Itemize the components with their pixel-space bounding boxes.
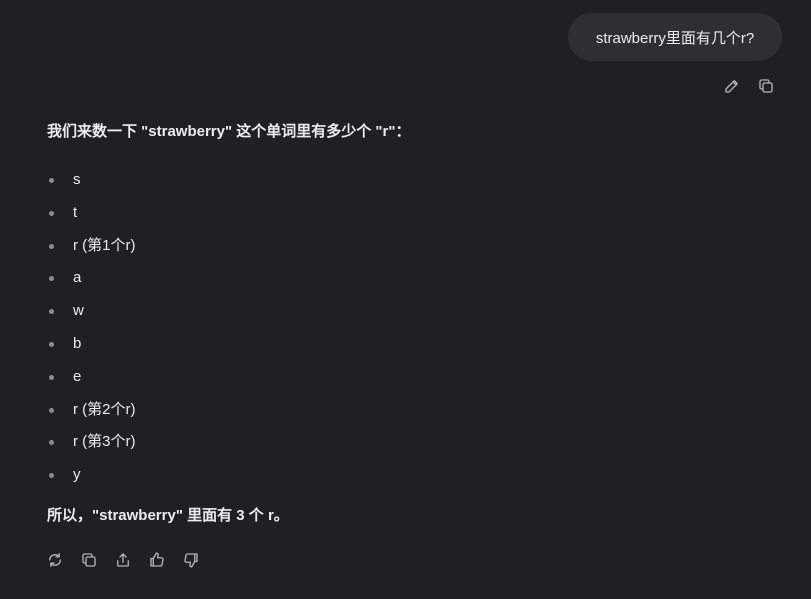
conclusion-prefix: 所以，"strawberry" 里面有 (47, 506, 237, 524)
regenerate-icon[interactable] (45, 550, 65, 570)
list-item: r (第2个r) (47, 398, 767, 431)
list-item: r (第1个r) (47, 234, 767, 267)
reply-actions (45, 550, 201, 570)
assistant-conclusion: 所以，"strawberry" 里面有 3 个 r。 (47, 504, 767, 528)
thumbs-down-icon[interactable] (181, 550, 201, 570)
list-item: b (47, 332, 767, 365)
conclusion-suffix: r。 (263, 506, 289, 524)
bullet (49, 243, 54, 249)
copy-icon[interactable] (756, 76, 776, 96)
bullet (49, 473, 54, 479)
thumbs-up-icon[interactable] (147, 550, 167, 570)
copy-icon[interactable] (79, 550, 99, 570)
bullet (49, 309, 54, 315)
assistant-message: 我们来数一下 "strawberry" 这个单词里有多少个 "r"： s t r… (47, 120, 767, 528)
share-icon[interactable] (113, 550, 133, 570)
bullet (49, 407, 54, 413)
list-item: s (47, 168, 767, 201)
bullet (49, 276, 54, 282)
list-item: e (47, 365, 767, 398)
user-message-actions (722, 76, 776, 96)
list-item: t (47, 201, 767, 234)
list-item: r (第3个r) (47, 430, 767, 463)
bullet (49, 210, 54, 216)
letter-list: s t r (第1个r) a w b e r (第2个r) r (第3个r) y (47, 168, 767, 496)
bullet (49, 341, 54, 347)
assistant-intro: 我们来数一下 "strawberry" 这个单词里有多少个 "r"： (47, 123, 411, 140)
bullet (49, 178, 54, 183)
list-item: a (47, 266, 767, 299)
user-message-text: strawberry里面有几个r? (595, 29, 755, 47)
bullet (49, 440, 54, 446)
conclusion-count: 3 个 (236, 506, 264, 524)
list-item: y (47, 463, 767, 496)
chat-page: strawberry里面有几个r? 我们来数一下 "strawberry" 这个… (0, 0, 811, 599)
list-item: w (47, 299, 767, 332)
user-message-bubble: strawberry里面有几个r? (568, 13, 782, 61)
bullet (49, 374, 54, 380)
edit-icon[interactable] (722, 76, 742, 96)
